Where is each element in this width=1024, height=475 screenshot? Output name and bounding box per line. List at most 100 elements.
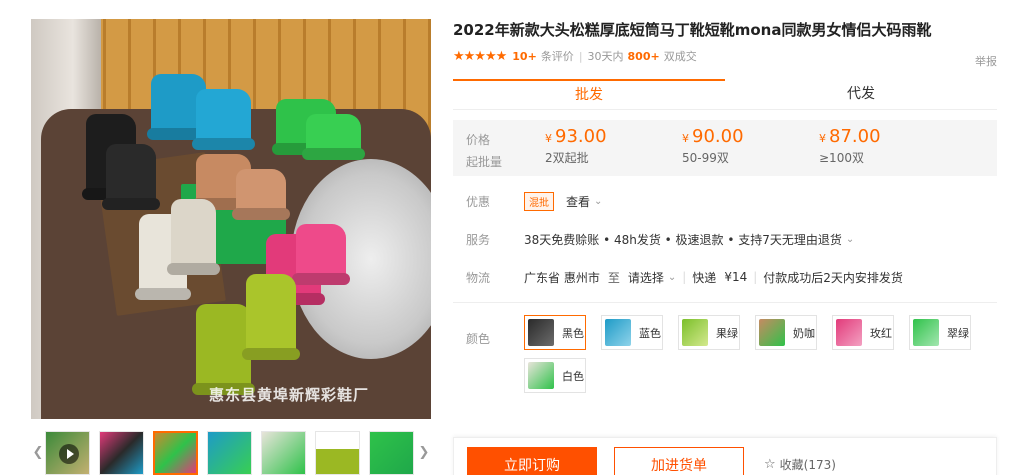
divider: |	[682, 270, 687, 284]
order-now-button[interactable]: 立即订购	[467, 447, 597, 475]
color-selector: 颜色 黑色 蓝色 果绿 奶咖 玫红 翠绿 白色	[453, 315, 997, 397]
logistics-row: 物流 广东省 惠州市 至 请选择 ⌄ | 快递 ¥14 | 付款成功后2天内安排…	[453, 258, 997, 296]
express-label: 快递	[692, 270, 717, 285]
review-label[interactable]: 条评价	[541, 48, 574, 64]
color-name: 白色	[562, 369, 584, 383]
action-bar: 立即订购 加进货单 ☆ 收藏(173)	[453, 437, 997, 475]
product-detail: 2022年新款大头松糕厚底短筒马丁靴短靴mona同款男女情侣大码雨靴 ★★★★★…	[453, 19, 997, 397]
color-option-rose-red[interactable]: 玫红	[832, 315, 894, 350]
color-name: 果绿	[716, 326, 738, 340]
favorite-count: 收藏(173)	[779, 458, 836, 472]
swatch-image	[759, 319, 785, 346]
boot-white-2	[167, 199, 220, 275]
price-label: 价格	[466, 133, 491, 147]
boot-lime-2	[242, 274, 300, 360]
boot-blue-2	[192, 89, 255, 150]
boot-green-2	[302, 114, 365, 160]
rating-stars-icon: ★★★★★	[453, 48, 507, 64]
promo-label: 优惠	[466, 194, 491, 209]
boot-pink-2	[292, 224, 350, 285]
product-title: 2022年新款大头松糕厚底短筒马丁靴短靴mona同款男女情侣大码雨靴	[453, 21, 932, 39]
star-outline-icon: ☆	[764, 457, 776, 472]
tier-price: 87.00	[829, 126, 881, 147]
color-option-black[interactable]: 黑色	[524, 315, 586, 350]
currency-symbol: ¥	[819, 132, 826, 145]
image-watermark: 惠东县黄埠新辉彩鞋厂	[209, 386, 370, 404]
purchase-mode-tabs: 批发 代发	[453, 79, 997, 110]
color-name: 黑色	[562, 326, 584, 340]
section-divider	[453, 302, 997, 303]
product-gallery: 惠东县黄埠新辉彩鞋厂 ❮ ❯	[31, 19, 431, 475]
chevron-down-icon[interactable]: ⌄	[668, 272, 676, 283]
currency-symbol: ¥	[545, 132, 552, 145]
rating-separator: |	[578, 49, 583, 63]
thumb-5[interactable]	[261, 431, 306, 475]
thumb-4[interactable]	[207, 431, 252, 475]
mixed-batch-badge: 混批	[524, 191, 554, 211]
rating-row: ★★★★★ 10+ 条评价 | 30天内 800+ 双成交 举报	[453, 47, 997, 69]
price-table: 价格 起批量 ¥93.00 2双起批 ¥90.00 50-99双 ¥87.00 …	[453, 120, 997, 176]
tab-dropship[interactable]: 代发	[725, 79, 997, 109]
tab-wholesale[interactable]: 批发	[453, 79, 725, 109]
sales-suffix: 双成交	[663, 50, 697, 63]
tier-range: 2双起批	[545, 151, 589, 165]
thumb-next-icon[interactable]: ❯	[417, 443, 431, 463]
color-name: 蓝色	[639, 326, 661, 340]
tier-range: 50-99双	[682, 151, 729, 165]
divider: |	[753, 270, 758, 284]
express-fee: ¥14	[724, 270, 748, 284]
price-tier-3: ¥87.00 ≥100双	[819, 126, 881, 166]
chevron-down-icon[interactable]: ⌄	[846, 234, 854, 245]
color-option-emerald[interactable]: 翠绿	[909, 315, 971, 350]
service-row: 服务 38天免费赊账 • 48h发货 • 极速退款 • 支持7天无理由退货 ⌄	[453, 220, 997, 258]
swatch-image	[605, 319, 631, 346]
color-name: 翠绿	[947, 326, 969, 340]
color-option-white[interactable]: 白色	[524, 358, 586, 393]
shipping-note: 付款成功后2天内安排发货	[763, 270, 903, 285]
chevron-down-icon[interactable]: ⌄	[594, 196, 602, 207]
play-icon	[59, 444, 79, 464]
favorite-button[interactable]: ☆ 收藏(173)	[764, 456, 836, 473]
service-text[interactable]: 38天免费赊账 • 48h发货 • 极速退款 • 支持7天无理由退货	[524, 231, 842, 248]
thumb-3[interactable]	[153, 431, 198, 475]
review-count[interactable]: 10+	[512, 50, 537, 63]
promo-row: 优惠 混批 查看 ⌄	[453, 182, 997, 220]
swatch-image	[528, 362, 554, 389]
logistics-label: 物流	[466, 270, 491, 285]
price-tier-1: ¥93.00 2双起批	[545, 126, 607, 166]
sales-prefix: 30天内	[587, 50, 624, 63]
currency-symbol: ¥	[682, 132, 689, 145]
destination-select[interactable]: 请选择	[628, 269, 664, 286]
price-tier-2: ¥90.00 50-99双	[682, 126, 744, 166]
moq-label: 起批量	[466, 155, 503, 169]
color-option-milk-coffee[interactable]: 奶咖	[755, 315, 817, 350]
color-name: 玫红	[870, 326, 892, 340]
tier-range: ≥100双	[819, 151, 864, 165]
main-product-image[interactable]: 惠东县黄埠新辉彩鞋厂	[31, 19, 431, 419]
boot-lime-1	[192, 304, 255, 395]
thumb-prev-icon[interactable]: ❮	[31, 443, 45, 463]
report-link[interactable]: 举报	[975, 53, 997, 69]
sales-count: 800+	[627, 49, 660, 63]
color-option-blue[interactable]: 蓝色	[601, 315, 663, 350]
thumb-2[interactable]	[99, 431, 144, 475]
thumb-7[interactable]	[369, 431, 414, 475]
ship-origin: 广东省 惠州市	[524, 270, 600, 285]
tier-price: 90.00	[692, 126, 744, 147]
color-name: 奶咖	[793, 326, 815, 340]
thumb-video[interactable]	[45, 431, 90, 475]
add-to-cart-button[interactable]: 加进货单	[614, 447, 744, 475]
boot-tan-2	[232, 169, 290, 220]
swatch-image	[836, 319, 862, 346]
color-option-fruit-green[interactable]: 果绿	[678, 315, 740, 350]
boot-black-2	[102, 144, 160, 210]
ship-to-label: 至	[607, 270, 620, 285]
thumbnail-strip: ❮ ❯	[31, 431, 431, 475]
service-label: 服务	[466, 232, 491, 247]
color-label: 颜色	[466, 332, 491, 346]
thumb-6[interactable]	[315, 431, 360, 475]
tier-price: 93.00	[555, 126, 607, 147]
promo-view-link[interactable]: 查看	[566, 193, 590, 210]
swatch-image	[682, 319, 708, 346]
swatch-image	[528, 319, 554, 346]
